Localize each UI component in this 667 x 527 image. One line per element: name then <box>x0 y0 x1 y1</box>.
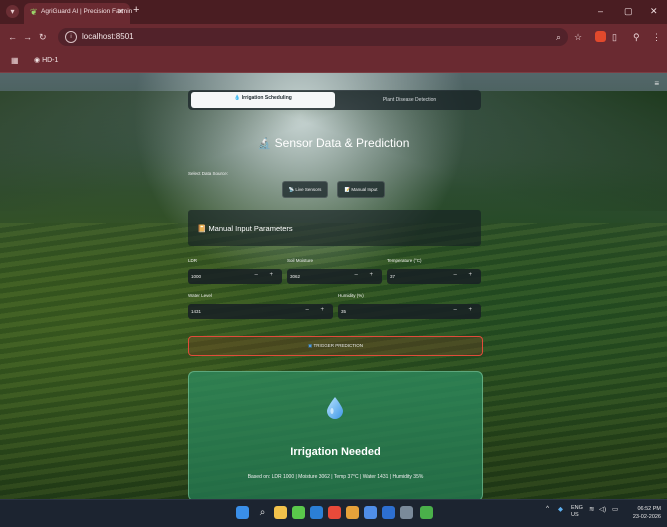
temperature-stepper[interactable]: – + <box>453 272 477 278</box>
temperature-label: Temperature (°C) <box>387 258 422 263</box>
app-icon[interactable] <box>328 506 341 519</box>
close-window-button[interactable]: ✕ <box>650 6 658 17</box>
app-icon[interactable] <box>420 506 433 519</box>
file-explorer-icon[interactable] <box>274 506 287 519</box>
address-bar-row: ← → ↻ i localhost:8501 ⌕ ☆ ▯ ⚲ ⋮ <box>0 24 667 50</box>
humidity-input[interactable]: 35 – + <box>338 304 481 319</box>
soil-moisture-input[interactable]: 3062 – + <box>287 269 382 284</box>
data-source-label: Select Data Source: <box>188 171 229 176</box>
water-level-input[interactable]: 1431 – + <box>188 304 333 319</box>
microscope-icon: 🔬 <box>257 138 272 150</box>
tab-label: Plant Disease Detection <box>382 97 437 103</box>
temperature-value: 37 <box>390 274 396 279</box>
back-icon[interactable]: ← <box>8 32 17 42</box>
trigger-label: TRIGGER PREDICTION <box>313 343 363 348</box>
mode-tabs: 💧 Irrigation Scheduling Plant Disease De… <box>188 90 481 110</box>
soil-moisture-label: Soil Moisture <box>287 258 314 263</box>
result-title: Irrigation Needed <box>290 446 381 458</box>
tab-close-icon[interactable]: ✕ <box>117 7 124 16</box>
tab-irrigation-scheduling[interactable]: 💧 Irrigation Scheduling <box>191 92 335 108</box>
result-basis: Based on: LDR 1000 | Moisture 3062 | Tem… <box>247 474 424 480</box>
water-level-value: 1431 <box>191 309 202 314</box>
live-sensors-label: Live Sensors <box>295 187 322 192</box>
browser-tab[interactable]: ❦ AgriGuard AI | Precision Farmin ✕ <box>24 3 132 24</box>
page-title-text: Sensor Data & Prediction <box>274 136 410 150</box>
extension-icon[interactable] <box>595 31 606 42</box>
maximize-button[interactable]: ▢ <box>624 6 633 17</box>
tray-app-icon[interactable]: ◆ <box>558 505 563 513</box>
humidity-label: Humidity (%) <box>338 293 364 298</box>
temperature-input[interactable]: 37 – + <box>387 269 481 284</box>
soil-moisture-value: 3062 <box>290 274 301 279</box>
app-icon[interactable] <box>346 506 359 519</box>
clock-date: 23-02-2026 <box>632 514 661 520</box>
url-text: localhost:8501 <box>82 32 134 41</box>
app-icon[interactable] <box>382 506 395 519</box>
language-indicator[interactable]: ENG US <box>571 505 583 519</box>
app-page: ≡ 💧 Irrigation Scheduling Plant Disease … <box>0 73 667 499</box>
bookmark-item[interactable]: ◉ HD-1 <box>34 56 58 64</box>
bookmark-label: HD-1 <box>42 57 59 64</box>
prediction-result-card: Irrigation Needed Based on: LDR 1000 | M… <box>188 371 483 499</box>
app-icon[interactable] <box>400 506 413 519</box>
memo-icon: 📝 <box>344 187 351 192</box>
tab-search-icon[interactable]: ▾ <box>6 5 19 18</box>
ldr-stepper[interactable]: – + <box>254 272 278 278</box>
manual-input-label: Manual Input <box>351 187 378 192</box>
extensions-puzzle-icon[interactable]: ▯ <box>612 32 617 43</box>
start-icon[interactable] <box>236 506 249 519</box>
windows-taskbar: ⌕ ^ ◆ ENG US ≋ ◁) ▭ 06:52 PM 23-02-2026 <box>0 499 667 527</box>
lang-top: ENG <box>571 505 583 511</box>
ldr-value: 1000 <box>191 274 202 279</box>
volume-icon[interactable]: ◁) <box>599 505 606 513</box>
humidity-value: 35 <box>341 309 347 314</box>
clock-time: 06:52 PM <box>637 506 661 512</box>
ldr-label: LDR <box>188 258 198 263</box>
humidity-stepper[interactable]: – + <box>453 307 477 313</box>
page-title: 🔬 Sensor Data & Prediction <box>0 136 667 150</box>
trigger-prediction-button[interactable]: ▣ TRIGGER PREDICTION <box>188 336 483 356</box>
new-tab-button[interactable]: + <box>133 5 139 16</box>
tray-chevron-icon[interactable]: ^ <box>546 505 549 512</box>
forward-icon[interactable]: → <box>23 32 32 42</box>
vscode-icon[interactable] <box>310 506 323 519</box>
app-icon[interactable] <box>292 506 305 519</box>
water-level-label: Water Level <box>188 293 212 298</box>
chip-icon: ▣ <box>308 343 313 348</box>
ldr-input[interactable]: 1000 – + <box>188 269 282 284</box>
search-icon[interactable]: ⌕ <box>256 506 269 519</box>
battery-icon[interactable]: ▭ <box>612 505 618 513</box>
chrome-icon[interactable] <box>364 506 377 519</box>
tab-label: Irrigation Scheduling <box>241 95 292 101</box>
notebook-icon: 📔 <box>197 224 207 233</box>
bookmark-star-icon[interactable]: ☆ <box>574 32 582 43</box>
zoom-icon[interactable]: ⌕ <box>556 32 561 43</box>
apps-grid-icon[interactable]: ▦ <box>11 56 19 65</box>
water-level-stepper[interactable]: – + <box>305 307 329 313</box>
bookmarks-bar: ▦ ◉ HD-1 <box>0 50 667 73</box>
minimize-button[interactable]: – <box>598 6 603 16</box>
manual-input-button[interactable]: 📝 Manual Input <box>337 181 385 198</box>
plant-favicon-icon: ❦ <box>30 7 38 17</box>
soil-moisture-stepper[interactable]: – + <box>354 272 378 278</box>
water-drop-icon <box>327 397 343 419</box>
wifi-icon[interactable]: ≋ <box>589 505 594 513</box>
tab-plant-disease-detection[interactable]: Plant Disease Detection <box>338 97 481 103</box>
section-title: Manual Input Parameters <box>208 224 293 233</box>
browser-menu-icon[interactable]: ⋮ <box>652 32 661 43</box>
url-field[interactable]: i localhost:8501 <box>58 28 568 46</box>
live-sensors-button[interactable]: 📡 Live Sensors <box>282 181 328 198</box>
water-drop-icon: 💧 <box>234 95 241 101</box>
clock[interactable]: 06:52 PM 23-02-2026 <box>633 505 661 521</box>
browser-tab-bar: ▾ ❦ AgriGuard AI | Precision Farmin ✕ + … <box>0 0 667 24</box>
profile-icon[interactable]: ⚲ <box>633 32 640 43</box>
site-info-icon[interactable]: i <box>65 31 77 43</box>
antenna-icon: 📡 <box>288 187 295 192</box>
manual-input-section: 📔 Manual Input Parameters <box>188 210 481 246</box>
lang-bottom: US <box>571 512 579 518</box>
app-menu-icon[interactable]: ≡ <box>654 79 659 88</box>
reload-icon[interactable]: ↻ <box>39 32 47 43</box>
